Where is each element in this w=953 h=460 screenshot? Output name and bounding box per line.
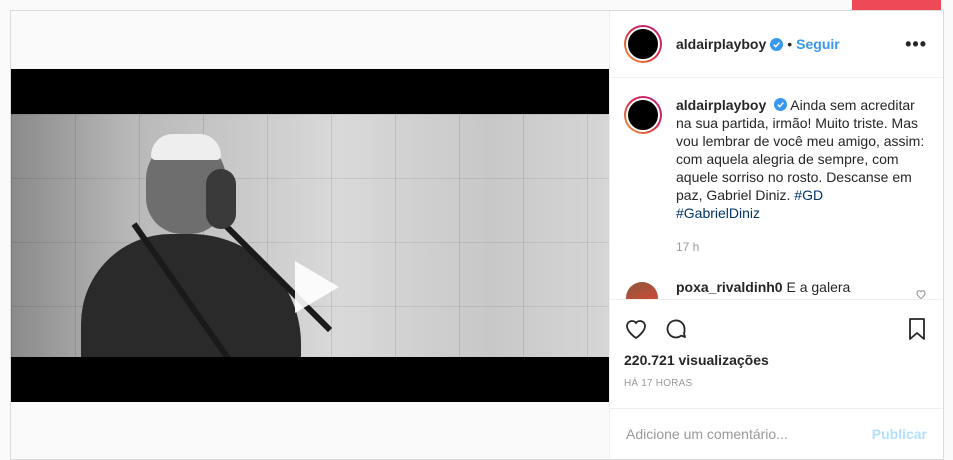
bookmark-icon[interactable]: [905, 317, 929, 341]
more-options-icon[interactable]: •••: [905, 34, 927, 55]
like-icon[interactable]: [624, 317, 648, 341]
view-count[interactable]: 220.721 visualizações: [610, 346, 943, 368]
comment-icon[interactable]: [664, 317, 688, 341]
post-card: aldairplayboy • Seguir ••• aldairplayboy…: [10, 10, 944, 460]
comment-item: poxa_rivaldinh0 E a galera atacando o Ca…: [624, 278, 927, 299]
username[interactable]: aldairplayboy: [676, 36, 766, 52]
hashtag-gabrieldiniz[interactable]: #GabrielDiniz: [676, 205, 760, 221]
media-area: [11, 11, 610, 459]
comments-section[interactable]: aldairplayboy Ainda sem acreditar na sua…: [610, 78, 943, 300]
hashtag-gd[interactable]: #GD: [794, 187, 823, 203]
avatar[interactable]: [624, 25, 662, 64]
caption: aldairplayboy Ainda sem acreditar na sua…: [624, 96, 927, 256]
like-comment-icon[interactable]: [915, 288, 927, 299]
caption-time: 17 h: [676, 240, 700, 255]
post-timestamp: HÁ 17 HORAS: [624, 377, 693, 389]
comment-username[interactable]: poxa_rivaldinh0: [676, 279, 783, 295]
video-player[interactable]: [11, 69, 609, 402]
separator-dot: •: [787, 36, 793, 53]
post-sidebar: aldairplayboy • Seguir ••• aldairplayboy…: [610, 11, 943, 459]
verified-icon: [774, 98, 788, 112]
follow-button[interactable]: Seguir: [796, 36, 840, 52]
action-bar: [610, 300, 943, 346]
commenter-avatar[interactable]: [626, 282, 658, 299]
comment-input[interactable]: [626, 425, 872, 442]
publish-button[interactable]: Publicar: [872, 426, 927, 442]
microphone: [206, 169, 236, 229]
caption-username[interactable]: aldairplayboy: [676, 97, 766, 113]
verified-icon: [770, 37, 784, 51]
caption-avatar[interactable]: [624, 96, 662, 135]
post-header: aldairplayboy • Seguir •••: [610, 11, 943, 79]
add-comment-bar: Publicar: [610, 407, 943, 459]
play-icon[interactable]: [281, 255, 345, 319]
video-frame: [11, 114, 609, 357]
